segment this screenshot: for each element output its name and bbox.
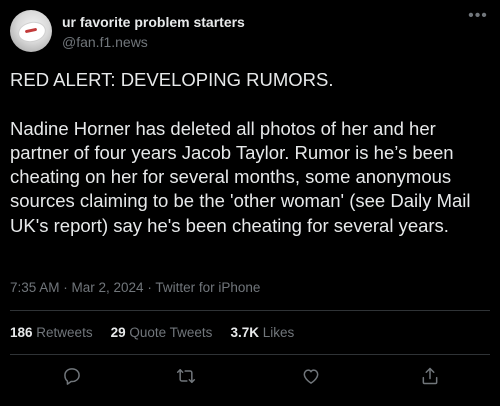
avatar[interactable] xyxy=(10,10,52,52)
likes-label: Likes xyxy=(262,325,295,340)
retweets-stat[interactable]: 186 Retweets xyxy=(10,325,93,340)
retweet-icon xyxy=(176,369,196,383)
author-display-name[interactable]: ur favorite problem starters xyxy=(62,14,245,30)
like-icon xyxy=(303,369,319,384)
tweet-timestamp[interactable]: 7:35 AM · Mar 2, 2024 · Twitter for iPho… xyxy=(10,280,260,295)
avatar-plate xyxy=(16,19,48,45)
quote-tweets-stat[interactable]: 29 Quote Tweets xyxy=(111,325,213,340)
tweet-text-body: Nadine Horner has deleted all photos of … xyxy=(10,117,471,236)
divider xyxy=(10,310,490,311)
tweet: ur favorite problem starters @fan.f1.new… xyxy=(0,0,500,406)
quotes-label: Quote Tweets xyxy=(129,325,213,340)
divider xyxy=(10,354,490,355)
tweet-stats: 186 Retweets 29 Quote Tweets 3.7K Likes xyxy=(10,325,312,340)
retweets-label: Retweets xyxy=(36,325,93,340)
like-button[interactable] xyxy=(299,364,323,388)
more-icon[interactable]: ••• xyxy=(466,8,490,30)
quotes-count: 29 xyxy=(110,325,126,340)
author-username[interactable]: @fan.f1.news xyxy=(62,34,148,50)
likes-stat[interactable]: 3.7K Likes xyxy=(230,325,294,340)
likes-count: 3.7K xyxy=(230,325,259,340)
tweet-text-headline: RED ALERT: DEVELOPING RUMORS. xyxy=(10,69,334,90)
retweet-button[interactable] xyxy=(174,364,198,388)
share-button[interactable] xyxy=(418,364,442,388)
tweet-actions xyxy=(0,364,500,390)
share-icon xyxy=(422,367,438,385)
reply-button[interactable] xyxy=(60,364,84,388)
retweets-count: 186 xyxy=(10,325,33,340)
reply-icon xyxy=(64,368,80,385)
tweet-text: RED ALERT: DEVELOPING RUMORS. Nadine Hor… xyxy=(10,68,488,238)
tweet-header: ur favorite problem starters @fan.f1.new… xyxy=(10,8,490,54)
